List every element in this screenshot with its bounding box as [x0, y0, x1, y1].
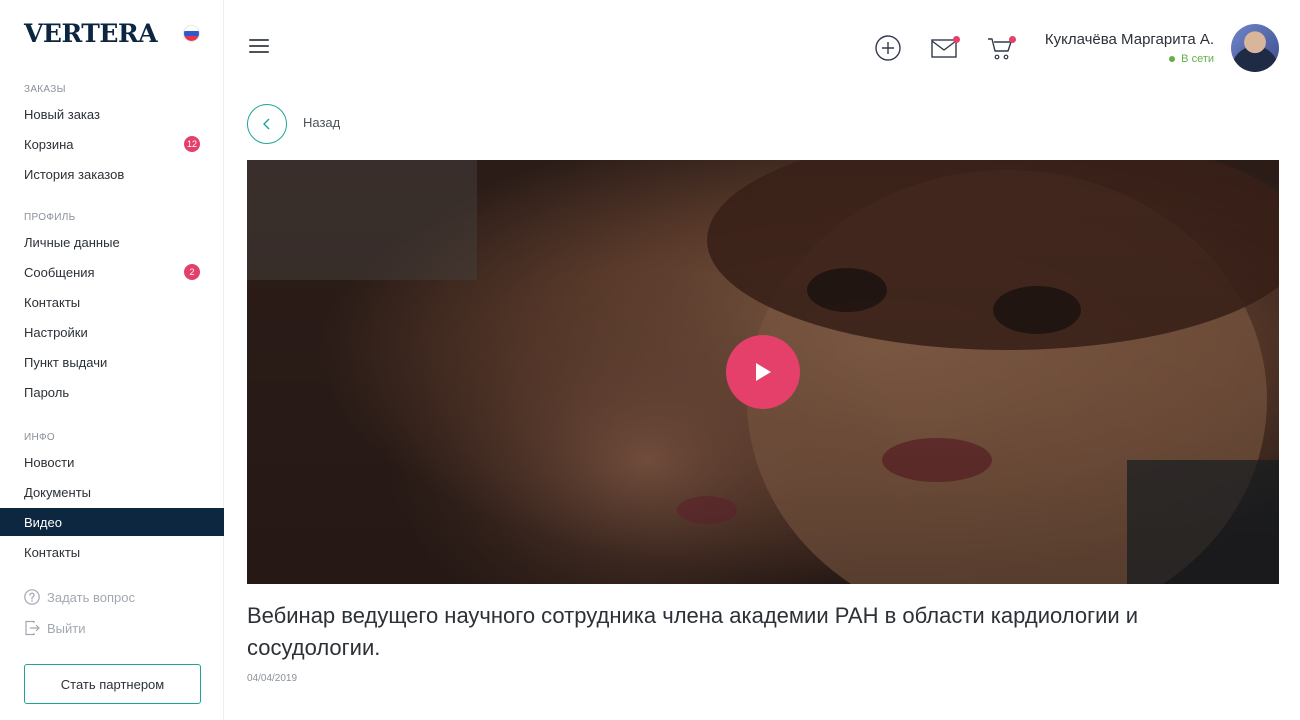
sidebar-item-messages[interactable]: Сообщения 2	[0, 258, 224, 286]
sidebar-item-documents[interactable]: Документы	[0, 478, 224, 506]
sidebar-item-pickup-point[interactable]: Пункт выдачи	[0, 348, 224, 376]
cart-notification-dot	[1009, 36, 1016, 43]
video-title: Вебинар ведущего научного сотрудника чле…	[247, 603, 1139, 660]
mail-notification-dot	[953, 36, 960, 43]
ask-question-label: Задать вопрос	[47, 589, 135, 605]
video-player[interactable]	[247, 160, 1279, 584]
logout-icon	[25, 620, 40, 636]
logout-label: Выйти	[47, 620, 86, 636]
logout-link[interactable]: Выйти	[24, 620, 86, 636]
sidebar: VERTERA ЗАКАЗЫ Новый заказ Корзина 12 Ист…	[0, 0, 224, 720]
sidebar-item-label: Документы	[24, 484, 92, 500]
video-date: 04/04/2019	[247, 673, 298, 684]
sidebar-item-cart[interactable]: Корзина 12	[0, 130, 224, 158]
sidebar-item-settings[interactable]: Настройки	[0, 318, 224, 346]
section-title-orders: ЗАКАЗЫ	[24, 84, 66, 95]
back-label[interactable]: Назад	[303, 115, 340, 130]
become-partner-button[interactable]: Стать партнером	[24, 664, 201, 704]
sidebar-item-new-order[interactable]: Новый заказ	[0, 100, 224, 128]
cart-count-badge: 12	[184, 136, 200, 152]
user-status: В сети	[1169, 53, 1214, 65]
sidebar-item-label: Видео	[24, 514, 62, 530]
play-button[interactable]	[726, 335, 800, 409]
sidebar-item-label: Сообщения	[24, 264, 95, 280]
chevron-left-icon	[263, 118, 270, 130]
sidebar-item-info-contacts[interactable]: Контакты	[0, 538, 224, 566]
sidebar-item-label: Личные данные	[24, 234, 120, 250]
sidebar-item-order-history[interactable]: История заказов	[0, 160, 224, 188]
sidebar-item-video[interactable]: Видео	[0, 508, 224, 536]
ask-question-link[interactable]: Задать вопрос	[24, 589, 135, 605]
sidebar-item-label: Настройки	[24, 324, 88, 340]
menu-icon[interactable]	[249, 39, 269, 55]
sidebar-item-news[interactable]: Новости	[0, 448, 224, 476]
sidebar-item-personal-data[interactable]: Личные данные	[0, 228, 224, 256]
add-icon[interactable]	[873, 33, 903, 63]
question-icon	[24, 589, 40, 605]
user-name[interactable]: Куклачёва Маргарита А.	[1045, 31, 1214, 48]
sidebar-item-label: Корзина	[24, 136, 74, 152]
mail-icon[interactable]	[930, 33, 960, 63]
sidebar-item-label: Контакты	[24, 544, 81, 560]
vertera-logo[interactable]: VERTERA	[24, 19, 158, 48]
section-title-info: ИНФО	[24, 432, 55, 443]
back-button[interactable]	[247, 104, 287, 144]
sidebar-item-label: Пункт выдачи	[24, 354, 108, 370]
play-icon	[756, 363, 771, 381]
sidebar-item-label: Контакты	[24, 294, 81, 310]
sidebar-item-password[interactable]: Пароль	[0, 378, 224, 406]
sidebar-item-contacts[interactable]: Контакты	[0, 288, 224, 316]
sidebar-item-label: Новости	[24, 454, 75, 470]
ru-flag-icon[interactable]	[184, 26, 199, 41]
avatar[interactable]	[1231, 24, 1279, 72]
sidebar-item-label: Новый заказ	[24, 106, 100, 122]
sidebar-item-label: История заказов	[24, 166, 125, 182]
cart-icon[interactable]	[986, 33, 1016, 63]
messages-count-badge: 2	[184, 264, 200, 280]
sidebar-item-label: Пароль	[24, 384, 70, 400]
section-title-profile: ПРОФИЛЬ	[24, 212, 76, 223]
